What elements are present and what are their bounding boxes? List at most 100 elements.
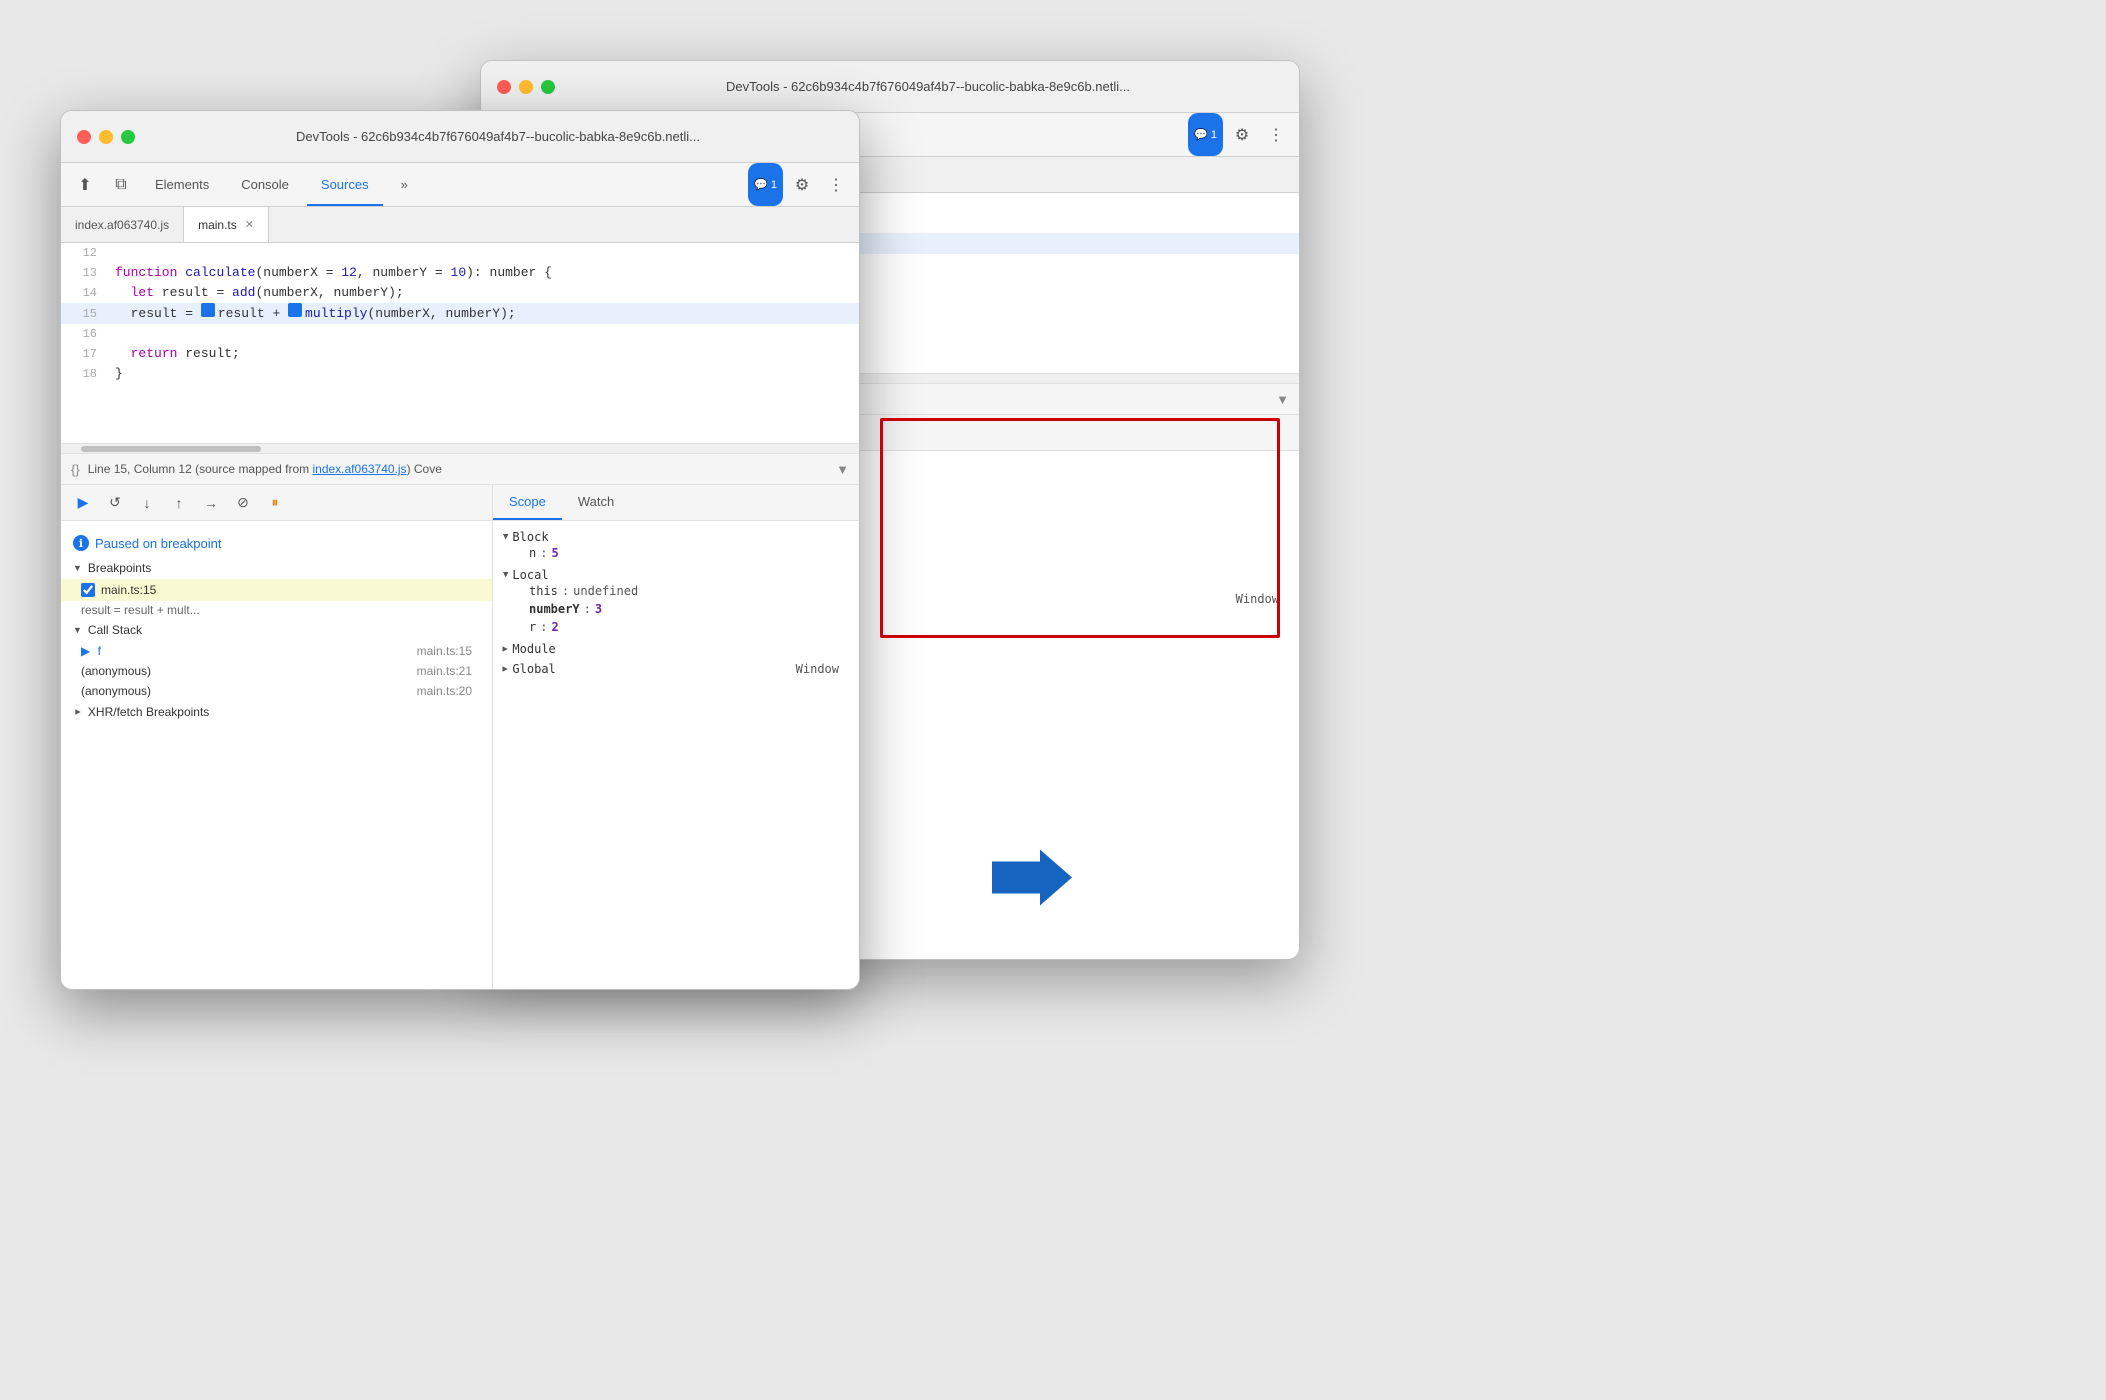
front-tab-scope[interactable]: Scope <box>493 485 562 520</box>
front-info-banner: ℹ Paused on breakpoint <box>61 529 492 557</box>
front-scope-block[interactable]: ▼ Block n : 5 <box>493 527 859 565</box>
front-scope-local[interactable]: ▼ Local this : undefined numberY : 3 r <box>493 565 859 639</box>
back-close-button[interactable] <box>497 80 511 94</box>
front-status-text: Line 15, Column 12 (source mapped from i… <box>88 462 442 476</box>
front-code-line-15-highlighted: 15 result = result + multiply(numberX, n… <box>61 303 859 324</box>
back-badge-icon: 💬 <box>1194 128 1208 141</box>
front-layers-icon[interactable]: ⧉ <box>105 163 137 206</box>
front-scope-content: ▼ Block n : 5 ▼ Local <box>493 521 859 685</box>
front-step-btn[interactable]: → <box>197 491 225 515</box>
front-callstack-f[interactable]: ▶ f main.ts:15 <box>61 641 492 661</box>
front-scrollbar-thumb[interactable] <box>81 446 261 452</box>
back-traffic-lights <box>497 80 555 94</box>
front-titlebar: DevTools - 62c6b934c4b7f676049af4b7--buc… <box>61 111 859 163</box>
front-xhr-header[interactable]: ▼ XHR/fetch Breakpoints <box>61 701 492 723</box>
front-traffic-lights <box>77 130 135 144</box>
back-cove-collapse[interactable]: ▼ <box>1276 392 1289 407</box>
front-xhr-label: XHR/fetch Breakpoints <box>88 705 209 719</box>
front-block-label: Block <box>512 530 548 544</box>
front-code-line-17: 17 return result; <box>61 344 859 364</box>
front-local-var-this: this : undefined <box>503 582 849 600</box>
front-tab-watch[interactable]: Watch <box>562 485 630 520</box>
front-file-ts-label: main.ts <box>198 218 237 232</box>
devtools-front-window: DevTools - 62c6b934c4b7f676049af4b7--buc… <box>60 110 860 990</box>
front-tab-sources[interactable]: Sources <box>307 165 383 206</box>
front-file-tabs: index.af063740.js main.ts ✕ <box>61 207 859 243</box>
front-pause-btn[interactable]: ⏸ <box>261 491 289 515</box>
front-panel-content: ℹ Paused on breakpoint ▼ Breakpoints mai… <box>61 521 492 731</box>
front-minimize-button[interactable] <box>99 130 113 144</box>
front-global-label: Global <box>512 662 555 676</box>
front-breakpoint-label: main.ts:15 <box>101 583 156 597</box>
front-badge[interactable]: 💬 1 <box>748 163 783 206</box>
front-debugger-toolbar: ▶ ↺ ↓ ↑ → ⊘ ⏸ <box>61 485 492 521</box>
front-info-icon: ℹ <box>73 535 89 551</box>
front-resume-btn[interactable]: ▶ <box>69 491 97 515</box>
back-more-icon[interactable]: ⋮ <box>1261 113 1291 156</box>
front-local-label: Local <box>512 568 548 582</box>
back-minimize-button[interactable] <box>519 80 533 94</box>
front-scrollbar[interactable] <box>61 443 859 453</box>
front-file-tab-ts[interactable]: main.ts ✕ <box>184 207 269 242</box>
front-deactivate-btn[interactable]: ⊘ <box>229 491 257 515</box>
front-breakpoint-checkbox[interactable] <box>81 583 95 597</box>
front-breakpoint-code: result = result + mult... <box>61 601 492 619</box>
back-badge[interactable]: 💬 1 <box>1188 113 1223 156</box>
back-titlebar: DevTools - 62c6b934c4b7f676049af4b7--buc… <box>481 61 1299 113</box>
front-source-link[interactable]: index.af063740.js <box>312 462 406 476</box>
front-cursor-icon[interactable]: ⬆ <box>69 163 101 206</box>
front-bottom-panel: ▶ ↺ ↓ ↑ → ⊘ ⏸ ℹ Paused on breakpoint ▼ B… <box>61 485 859 990</box>
front-callstack-label: Call Stack <box>88 623 142 637</box>
front-breakpoint-item: main.ts:15 <box>61 579 492 601</box>
front-step-over-btn[interactable]: ↺ <box>101 491 129 515</box>
back-maximize-button[interactable] <box>541 80 555 94</box>
front-file-ts-close[interactable]: ✕ <box>245 218 254 231</box>
front-badge-count: 1 <box>771 179 777 191</box>
front-code-line-14: 14 let result = add(numberX, numberY); <box>61 283 859 303</box>
front-curly-icon[interactable]: {} <box>71 462 80 477</box>
front-badge-icon: 💬 <box>754 178 768 191</box>
front-file-js-label: index.af063740.js <box>75 218 169 232</box>
front-step-out-btn[interactable]: ↑ <box>165 491 193 515</box>
front-left-panel: ▶ ↺ ↓ ↑ → ⊘ ⏸ ℹ Paused on breakpoint ▼ B… <box>61 485 493 990</box>
front-more-icon[interactable]: ⋮ <box>821 163 851 206</box>
front-scope-tabs: Scope Watch <box>493 485 859 521</box>
front-tab-elements[interactable]: Elements <box>141 165 223 206</box>
blue-arrow-icon <box>992 848 1072 908</box>
front-toolbar: ⬆ ⧉ Elements Console Sources » 💬 1 ⚙ ⋮ <box>61 163 859 207</box>
front-cove-collapse[interactable]: ▼ <box>836 462 849 477</box>
front-file-tab-js[interactable]: index.af063740.js <box>61 207 184 242</box>
front-callstack-anon1[interactable]: (anonymous) main.ts:21 <box>61 661 492 681</box>
front-global-value: Window <box>796 662 849 676</box>
front-block-var-n: n : 5 <box>503 544 849 562</box>
front-breakpoints-label: Breakpoints <box>88 561 151 575</box>
front-scope-module[interactable]: ▼ Module <box>493 639 859 659</box>
back-badge-count: 1 <box>1211 129 1217 141</box>
front-breakpoints-header[interactable]: ▼ Breakpoints <box>61 557 492 579</box>
front-code-area: 12 13 function calculate(numberX = 12, n… <box>61 243 859 443</box>
front-tab-console[interactable]: Console <box>227 165 303 206</box>
front-status-bar: {} Line 15, Column 12 (source mapped fro… <box>61 453 859 485</box>
front-callstack-anon2[interactable]: (anonymous) main.ts:20 <box>61 681 492 701</box>
back-global-value: Window <box>1236 592 1289 606</box>
front-title: DevTools - 62c6b934c4b7f676049af4b7--buc… <box>153 129 843 144</box>
back-title: DevTools - 62c6b934c4b7f676049af4b7--buc… <box>573 79 1283 94</box>
front-settings-icon[interactable]: ⚙ <box>787 163 817 206</box>
front-step-into-btn[interactable]: ↓ <box>133 491 161 515</box>
front-local-var-numberY: numberY : 3 <box>503 600 849 618</box>
front-maximize-button[interactable] <box>121 130 135 144</box>
front-code-line-12: 12 <box>61 243 859 263</box>
front-callstack-header[interactable]: ▼ Call Stack <box>61 619 492 641</box>
front-scope-global[interactable]: ▼ Global Window <box>493 659 859 679</box>
front-local-var-r: r : 2 <box>503 618 849 636</box>
front-code-line-16: 16 <box>61 324 859 344</box>
front-module-label: Module <box>512 642 555 656</box>
front-right-panel: Scope Watch ▼ Block n : 5 <box>493 485 859 990</box>
front-close-button[interactable] <box>77 130 91 144</box>
front-code-line-18: 18 } <box>61 364 859 384</box>
back-settings-icon[interactable]: ⚙ <box>1227 113 1257 156</box>
front-tab-more[interactable]: » <box>387 165 422 206</box>
front-info-text: Paused on breakpoint <box>95 536 221 551</box>
blue-arrow-overlay <box>992 848 1072 913</box>
front-code-line-13: 13 function calculate(numberX = 12, numb… <box>61 263 859 283</box>
